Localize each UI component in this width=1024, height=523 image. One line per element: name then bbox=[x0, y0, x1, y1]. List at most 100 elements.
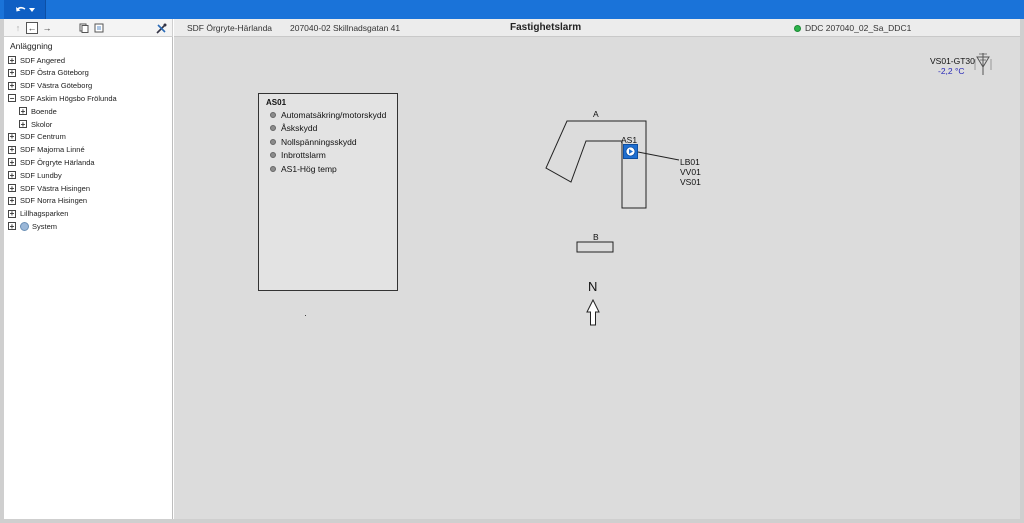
alarm-label: Inbrottslarm bbox=[281, 150, 326, 161]
north-label: N bbox=[588, 279, 598, 294]
forward-button[interactable]: → bbox=[41, 22, 53, 34]
alarm-row[interactable]: Åskskydd bbox=[266, 122, 397, 136]
up-button[interactable]: ↑ bbox=[12, 22, 24, 34]
tree-item-label: System bbox=[32, 221, 58, 231]
tools-button[interactable] bbox=[155, 22, 167, 34]
tree-item-norra-hisingen[interactable]: + SDF Norra Hisingen bbox=[8, 195, 87, 207]
ddc-label: DDC 207040_02_Sa_DDC1 bbox=[805, 23, 912, 33]
tree-item-vastra-goteborg[interactable]: + SDF Västra Göteborg bbox=[8, 80, 92, 92]
sensor-name[interactable]: VS01-GT30 bbox=[930, 56, 975, 66]
alarm-indicator-icon bbox=[270, 111, 276, 118]
chevron-down-icon bbox=[28, 7, 35, 12]
expand-icon[interactable]: + bbox=[8, 171, 16, 180]
tree-item-label: SDF Norra Hisingen bbox=[20, 196, 88, 206]
north-arrow-icon bbox=[586, 298, 600, 326]
tree-item-label: SDF Västra Hisingen bbox=[20, 183, 91, 193]
status-ok-icon bbox=[794, 24, 801, 32]
top-bar bbox=[0, 0, 1024, 19]
expand-icon[interactable]: + bbox=[8, 68, 16, 77]
expand-icon[interactable]: + bbox=[8, 56, 16, 64]
tree-root-label: Anläggning bbox=[10, 41, 53, 51]
ddc-status[interactable]: DDC 207040_02_Sa_DDC1 bbox=[794, 23, 911, 33]
tree-item-lundby[interactable]: + SDF Lundby bbox=[8, 169, 62, 181]
stray-dot bbox=[305, 315, 306, 316]
window-frame-right bbox=[1020, 19, 1024, 523]
collapse-icon[interactable]: − bbox=[8, 94, 16, 103]
alarm-row[interactable]: Automatsäkring/motorskydd bbox=[266, 108, 397, 122]
expand-icon[interactable]: + bbox=[8, 196, 16, 205]
back-button[interactable]: ← bbox=[26, 22, 38, 34]
alarm-panel-as01: AS01 Automatsäkring/motorskydd Åskskydd … bbox=[258, 93, 398, 291]
undo-icon bbox=[15, 6, 25, 12]
alarm-label: Nollspänningsskydd bbox=[281, 136, 357, 147]
tree-item-lillhagsparken[interactable]: + Lillhagsparken bbox=[8, 208, 68, 220]
alarm-panel-title: AS01 bbox=[266, 98, 287, 107]
arrow-right-icon: → bbox=[42, 23, 52, 33]
expand-icon[interactable]: + bbox=[8, 132, 16, 141]
tree-item-angered[interactable]: + SDF Angered bbox=[8, 54, 65, 66]
expand-icon[interactable]: + bbox=[8, 158, 16, 167]
alarm-row[interactable]: AS1-Hög temp bbox=[266, 162, 397, 176]
alarm-label: AS1-Hög temp bbox=[281, 163, 337, 174]
copy-icon bbox=[79, 23, 89, 33]
as1-leader-line bbox=[637, 151, 680, 161]
tree-item-label: SDF Angered bbox=[20, 55, 66, 65]
expand-icon[interactable]: + bbox=[8, 81, 16, 90]
tree-item-system[interactable]: + System bbox=[8, 220, 57, 232]
arrow-left-icon: ← bbox=[27, 23, 37, 33]
site-address: 207040-02 Skillnadsgatan 41 bbox=[290, 23, 401, 33]
tree-item-label: Boende bbox=[31, 106, 57, 116]
tree-item-label: Lillhagsparken bbox=[20, 209, 69, 219]
page-header: SDF Örgryte-Härlanda 207040-02 Skillnads… bbox=[174, 19, 1020, 37]
tree-item-vastra-hisingen[interactable]: + SDF Västra Hisingen bbox=[8, 182, 90, 194]
play-circle-icon bbox=[625, 146, 636, 157]
expand-icon[interactable]: + bbox=[8, 209, 16, 218]
facility-tree: Anläggning + SDF Angered + SDF Östra Göt… bbox=[4, 37, 173, 519]
tree-item-skolor[interactable]: + Skolor bbox=[19, 118, 52, 130]
tools-icon bbox=[155, 23, 166, 34]
system-icon bbox=[20, 221, 29, 231]
link-lb01[interactable]: LB01 bbox=[680, 157, 700, 167]
page-title: Fastighetslarm bbox=[510, 22, 582, 33]
tree-item-label: SDF Centrum bbox=[20, 132, 66, 142]
alarm-indicator-icon bbox=[270, 125, 276, 132]
window-frame-bottom bbox=[0, 519, 1024, 523]
floorplan-canvas: AS01 Automatsäkring/motorskydd Åskskydd … bbox=[174, 37, 1020, 519]
link-vv01[interactable]: VV01 bbox=[680, 167, 701, 177]
window-frame-left bbox=[0, 19, 4, 523]
tree-item-centrum[interactable]: + SDF Centrum bbox=[8, 131, 66, 143]
expand-icon[interactable]: + bbox=[8, 184, 16, 192]
tree-item-label: SDF Askim Högsbo Frölunda bbox=[20, 93, 117, 103]
alarm-row[interactable]: Inbrottslarm bbox=[266, 149, 397, 163]
tree-item-label: SDF Östra Göteborg bbox=[20, 68, 89, 78]
alarm-indicator-icon bbox=[270, 152, 276, 159]
sensor-value: -2,2 °C bbox=[938, 66, 965, 76]
tree-item-askim-hogsbo-frolunda[interactable]: − SDF Askim Högsbo Frölunda bbox=[8, 92, 117, 104]
tree-item-majorna-linne[interactable]: + SDF Majorna Linné bbox=[8, 144, 85, 156]
link-vs01[interactable]: VS01 bbox=[680, 177, 701, 187]
tree-item-label: SDF Lundby bbox=[20, 170, 62, 180]
building-b-outline bbox=[576, 241, 614, 253]
site-name: SDF Örgryte-Härlanda bbox=[187, 23, 273, 33]
alarm-label: Automatsäkring/motorskydd bbox=[281, 109, 387, 120]
tree-item-ostra-goteborg[interactable]: + SDF Östra Göteborg bbox=[8, 67, 89, 79]
expand-icon[interactable]: + bbox=[8, 145, 16, 154]
building-b-label: B bbox=[593, 232, 599, 242]
tree-item-label: SDF Örgryte Härlanda bbox=[20, 157, 95, 167]
tree-item-orgryte-harlanda[interactable]: + SDF Örgryte Härlanda bbox=[8, 156, 95, 168]
undo-menu-button[interactable] bbox=[4, 0, 46, 19]
sensor-antenna-icon bbox=[974, 53, 992, 75]
alarm-indicator-icon bbox=[270, 165, 276, 172]
alarm-indicator-icon bbox=[270, 138, 276, 145]
alarm-label: Åskskydd bbox=[281, 123, 318, 134]
as1-alarm-button[interactable] bbox=[623, 144, 638, 159]
document-icon bbox=[94, 23, 104, 33]
expand-icon[interactable]: + bbox=[19, 120, 27, 128]
copy-button[interactable] bbox=[78, 22, 90, 34]
tree-item-boende[interactable]: + Boende bbox=[19, 105, 57, 117]
document-button[interactable] bbox=[93, 22, 105, 34]
expand-icon[interactable]: + bbox=[19, 107, 27, 116]
expand-icon[interactable]: + bbox=[8, 222, 16, 231]
tree-item-label: SDF Majorna Linné bbox=[20, 145, 85, 155]
alarm-row[interactable]: Nollspänningsskydd bbox=[266, 135, 397, 149]
